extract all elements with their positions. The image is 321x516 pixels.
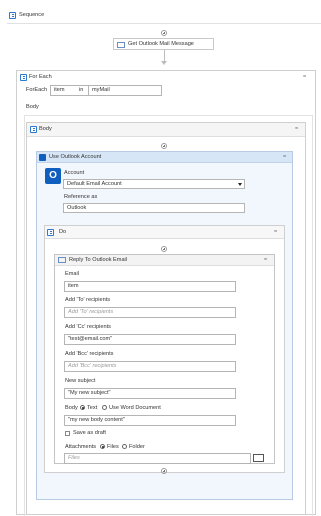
reference-value: Outlook bbox=[67, 205, 87, 211]
chevron-down-icon bbox=[238, 183, 242, 186]
reply-outlook-email-activity[interactable]: Reply To Outlook Email ≈ Email item Add … bbox=[54, 254, 275, 464]
body-sequence-header: Body ≈ bbox=[27, 123, 305, 137]
sequence-icon bbox=[9, 12, 16, 19]
get-outlook-mail-label: Get Outlook Mail Message bbox=[128, 41, 194, 47]
email-label: Email bbox=[65, 271, 79, 277]
use-outlook-collapse-icon[interactable]: ≈ bbox=[283, 154, 286, 160]
mail-icon bbox=[58, 257, 66, 263]
cc-input[interactable]: "test@email.com" bbox=[64, 334, 236, 345]
do-sequence-header: Do ≈ bbox=[45, 226, 284, 239]
body-text-radio[interactable] bbox=[80, 405, 85, 410]
foreach-collection-value: myMail bbox=[92, 87, 110, 93]
account-dropdown[interactable]: Default Email Account bbox=[63, 179, 245, 189]
reference-label: Reference as bbox=[64, 194, 98, 200]
arrow-down-icon bbox=[161, 61, 167, 65]
cc-label: Add 'Cc' recipients bbox=[65, 324, 111, 330]
bcc-label: Add 'Bcc' recipients bbox=[65, 351, 114, 357]
reply-header: Reply To Outlook Email ≈ bbox=[55, 255, 274, 266]
sequence-title: Sequence bbox=[19, 12, 45, 18]
body-label: Body bbox=[65, 405, 78, 411]
reply-title: Reply To Outlook Email bbox=[69, 257, 128, 263]
save-draft-checkbox[interactable] bbox=[65, 431, 70, 436]
do-sequence-icon bbox=[47, 229, 54, 236]
to-placeholder: Add 'To' recipients bbox=[68, 309, 114, 315]
att-files-radio[interactable] bbox=[100, 444, 105, 449]
folder-icon[interactable] bbox=[253, 454, 264, 462]
account-value: Default Email Account bbox=[67, 181, 122, 187]
outlook-logo-icon: O bbox=[45, 168, 61, 184]
add-activity-icon[interactable] bbox=[161, 143, 167, 149]
body-value: "my new body content" bbox=[68, 417, 125, 423]
save-draft-label: Save as draft bbox=[73, 430, 106, 436]
body-input[interactable]: "my new body content" bbox=[64, 415, 236, 426]
subject-input[interactable]: "My new subject" bbox=[64, 388, 236, 399]
foreach-label: ForEach bbox=[26, 87, 48, 93]
bcc-input[interactable]: Add 'Bcc' recipients bbox=[64, 361, 236, 372]
foreach-item-input[interactable]: item bbox=[50, 85, 91, 96]
email-value: item bbox=[68, 283, 79, 289]
to-input[interactable]: Add 'To' recipients bbox=[64, 307, 236, 318]
add-activity-icon[interactable] bbox=[161, 246, 167, 252]
body-sequence-icon bbox=[30, 126, 37, 133]
in-label: in bbox=[79, 87, 84, 93]
att-folder-option: Folder bbox=[129, 444, 145, 450]
att-folder-radio[interactable] bbox=[122, 444, 127, 449]
foreach-item-value: item bbox=[54, 87, 65, 93]
for-each-icon bbox=[20, 74, 27, 81]
outlook-icon bbox=[39, 154, 46, 161]
sequence-header-divider bbox=[7, 23, 321, 24]
add-activity-icon[interactable] bbox=[161, 468, 167, 474]
body-word-radio[interactable] bbox=[102, 405, 107, 410]
account-label: Account bbox=[64, 170, 85, 176]
att-files-option: Files bbox=[107, 444, 119, 450]
body-collapse-icon[interactable]: ≈ bbox=[295, 126, 298, 132]
files-input[interactable]: Files bbox=[64, 453, 251, 464]
subject-label: New subject bbox=[65, 378, 96, 384]
use-outlook-header: Use Outlook Account ≈ bbox=[37, 152, 292, 163]
reply-collapse-icon[interactable]: ≈ bbox=[264, 257, 267, 263]
attachments-label: Attachments bbox=[65, 444, 97, 450]
use-outlook-title: Use Outlook Account bbox=[49, 154, 102, 160]
to-label: Add 'To' recipients bbox=[65, 297, 111, 303]
cc-value: "test@email.com" bbox=[68, 336, 113, 342]
collapse-icon[interactable]: ≈ bbox=[303, 74, 306, 80]
do-sequence-title: Do bbox=[59, 229, 67, 235]
get-outlook-mail-activity[interactable]: Get Outlook Mail Message bbox=[113, 38, 214, 50]
bcc-placeholder: Add 'Bcc' recipients bbox=[68, 363, 117, 369]
add-activity-icon[interactable] bbox=[161, 30, 167, 36]
body-label: Body bbox=[26, 104, 39, 110]
reference-input[interactable]: Outlook bbox=[63, 203, 245, 213]
do-collapse-icon[interactable]: ≈ bbox=[274, 229, 277, 235]
body-sequence-title: Body bbox=[39, 126, 52, 132]
files-placeholder: Files bbox=[68, 455, 80, 461]
email-input[interactable]: item bbox=[64, 281, 236, 292]
mail-icon bbox=[117, 42, 125, 48]
subject-value: "My new subject" bbox=[68, 390, 111, 396]
body-text-option: Text bbox=[87, 405, 98, 411]
body-word-option: Use Word Document bbox=[109, 405, 161, 411]
foreach-collection-input[interactable]: myMail bbox=[88, 85, 162, 96]
for-each-title: For Each bbox=[29, 74, 52, 80]
